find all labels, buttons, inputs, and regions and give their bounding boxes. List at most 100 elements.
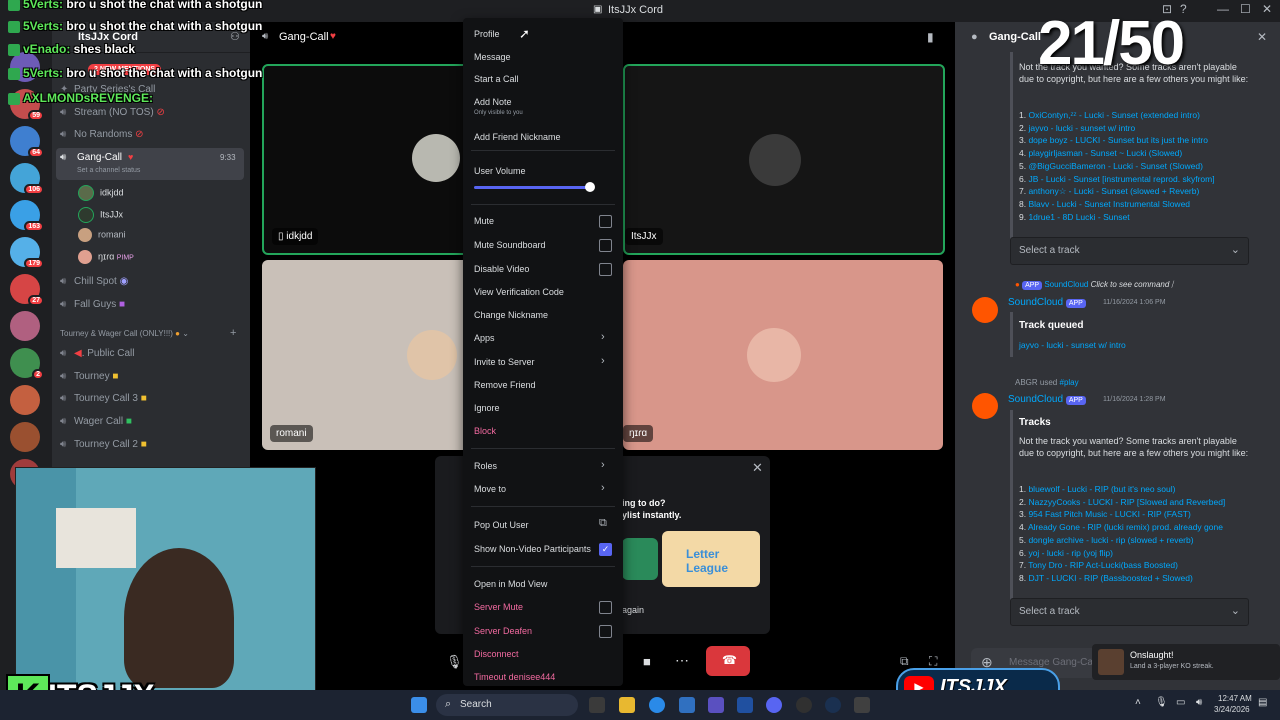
menu-timeout[interactable]: Timeout denisee444 — [474, 672, 555, 682]
track-item[interactable]: 6. yoj - lucki - rip (yoj flip) — [1019, 548, 1113, 558]
track-link[interactable]: NazzyyCooks - LUCKI - RIP [Slowed and Re… — [1028, 497, 1225, 507]
disconnect-button[interactable]: ☎ — [706, 646, 750, 676]
track-item[interactable]: 8. Blavv - Lucki - Sunset Instrumental S… — [1019, 199, 1190, 209]
menu-change-nickname[interactable]: Change Nickname — [474, 310, 548, 320]
server-icon[interactable]: 106 — [10, 163, 44, 195]
channel-publiccall[interactable]: 🔊︎ ◀. Public Call — [60, 348, 135, 359]
video-tile-idkjdd[interactable]: ▯ idkjdd — [262, 64, 479, 255]
video-tile-romani[interactable]: romani — [262, 260, 475, 450]
track-item[interactable]: 5. dongle archive - lucki - rip (slowed … — [1019, 535, 1194, 545]
channel-stream[interactable]: 🔊︎ Stream (NO TOS) ⊘ — [60, 107, 165, 118]
track-link[interactable]: 1drue1 - 8D Lucki - Sunset — [1028, 212, 1129, 222]
volume-icon[interactable]: 🔊︎ — [1196, 697, 1202, 708]
obs-icon[interactable] — [796, 697, 812, 713]
volume-track[interactable] — [474, 186, 588, 189]
close-button[interactable]: ✕ — [1262, 2, 1272, 16]
edge-icon[interactable] — [649, 697, 665, 713]
menu-profile[interactable]: Profile — [474, 29, 500, 39]
popout-icon[interactable]: ⧉ — [900, 654, 909, 669]
app-icon[interactable] — [679, 697, 695, 713]
menu-add-note[interactable]: Add Note — [474, 97, 512, 107]
channel-tourney[interactable]: 🔊︎ Tourney ■ — [60, 371, 118, 382]
track-item[interactable]: 3. dope boyz - LUCKI - Sunset but its ju… — [1019, 135, 1208, 145]
server-icon[interactable]: 27 — [10, 274, 44, 306]
bot-name[interactable]: SoundCloud APP — [1008, 394, 1086, 405]
channel-wager[interactable]: 🔊︎ Wager Call ■ — [60, 416, 132, 427]
voice-user[interactable]: idkjdd — [78, 185, 124, 201]
track-link[interactable]: bluewolf - Lucki - RIP (but it's neo sou… — [1028, 484, 1175, 494]
menu-mute-soundboard[interactable]: Mute Soundboard — [474, 240, 546, 250]
track-item[interactable]: 1. OxiContyn,ᶻᶻ - Lucki - Sunset (extend… — [1019, 110, 1200, 120]
disable-video-checkbox[interactable] — [599, 263, 612, 276]
store-icon[interactable] — [737, 697, 753, 713]
menu-block[interactable]: Block — [474, 426, 496, 436]
track-select[interactable]: Select a track ⌄ — [1010, 237, 1249, 265]
track-link[interactable]: OxiContyn,ᶻᶻ - Lucki - Sunset (extended … — [1028, 110, 1199, 120]
menu-show-non-video[interactable]: Show Non-Video Participants — [474, 544, 591, 554]
menu-pop-out-user[interactable]: Pop Out User — [474, 520, 529, 530]
track-select[interactable]: Select a track ⌄ — [1010, 598, 1249, 626]
notification-icon[interactable]: ▤ — [1258, 697, 1267, 708]
track-link[interactable]: dongle archive - lucki - rip (slowed + r… — [1028, 535, 1193, 545]
server-icon[interactable]: 179 — [10, 237, 44, 269]
track-link[interactable]: dope boyz - LUCKI - Sunset but its just … — [1028, 135, 1208, 145]
menu-remove-friend[interactable]: Remove Friend — [474, 380, 536, 390]
server-icon[interactable] — [10, 422, 40, 452]
close-icon[interactable]: ✕ — [1257, 30, 1267, 44]
menu-roles[interactable]: Roles — [474, 461, 497, 471]
voice-user[interactable]: romani — [78, 228, 126, 242]
menu-open-mod-view[interactable]: Open in Mod View — [474, 579, 547, 589]
track-link[interactable]: jayvo - lucki - sunset w/ intro — [1028, 123, 1135, 133]
track-link[interactable]: Already Gone - RIP (lucki remix) prod. a… — [1028, 522, 1223, 532]
track-link[interactable]: playgirljasman - Sunset ~ Lucki (Slowed) — [1028, 148, 1182, 158]
track-item[interactable]: 5. @BigGucciBameron - Lucki - Sunset (Sl… — [1019, 161, 1203, 171]
gift-icon[interactable]: ■ — [643, 654, 651, 669]
mute-checkbox[interactable] — [599, 215, 612, 228]
track-link[interactable]: @BigGucciBameron - Lucki - Sunset (Slowe… — [1028, 161, 1202, 171]
more-icon[interactable]: ⋯ — [675, 652, 689, 669]
network-icon[interactable]: ▭ — [1176, 697, 1185, 708]
track-link[interactable]: DJT - LUCKI - RIP (Bassboosted + Slowed) — [1028, 573, 1192, 583]
track-item[interactable]: 2. NazzyyCooks - LUCKI - RIP [Slowed and… — [1019, 497, 1225, 507]
channel-tourney2[interactable]: 🔊︎ Tourney Call 2 ■ — [60, 439, 147, 450]
steam-icon[interactable] — [825, 697, 841, 713]
voice-user[interactable]: ŋɪɾɑ PIMP — [78, 250, 134, 264]
track-item[interactable]: 9. 1drue1 - 8D Lucki - Sunset — [1019, 212, 1130, 222]
file-explorer-icon[interactable] — [619, 697, 635, 713]
channel-status[interactable]: Set a channel status — [77, 167, 140, 174]
menu-disable-video[interactable]: Disable Video — [474, 264, 529, 274]
menu-server-deafen[interactable]: Server Deafen — [474, 626, 532, 636]
minimize-button[interactable]: — — [1217, 2, 1229, 16]
track-item[interactable]: 1. bluewolf - Lucki - RIP (but it's neo … — [1019, 484, 1175, 494]
volume-slider[interactable] — [585, 182, 595, 192]
clock-date[interactable]: 3/24/2026 — [1214, 705, 1250, 714]
app-icon[interactable] — [854, 697, 870, 713]
channel-tourney3[interactable]: 🔊︎ Tourney Call 3 ■ — [60, 393, 147, 404]
queued-track[interactable]: jayvo - lucki - sunset w/ intro — [1019, 340, 1126, 350]
menu-view-verification-code[interactable]: View Verification Code — [474, 287, 564, 297]
server-icon[interactable] — [10, 385, 40, 415]
track-link[interactable]: Blavv - Lucki - Sunset Instrumental Slow… — [1028, 199, 1190, 209]
activity-card[interactable] — [622, 538, 658, 580]
menu-ignore[interactable]: Ignore — [474, 403, 500, 413]
bot-name[interactable]: SoundCloud APP — [1008, 297, 1086, 308]
microphone-icon[interactable]: 🎙︎ — [446, 654, 463, 670]
discord-icon[interactable] — [766, 697, 782, 713]
fullscreen-icon[interactable]: ⛶ — [929, 654, 937, 669]
activity-card[interactable]: Letter League — [662, 531, 760, 587]
video-tile-nira[interactable]: ŋɪɾɑ — [623, 260, 943, 450]
track-link[interactable]: yoj - lucki - rip (yoj flip) — [1028, 548, 1113, 558]
channel-norandoms[interactable]: 🔊︎ No Randoms ⊘ — [60, 129, 144, 140]
server-icon[interactable] — [10, 311, 40, 341]
chevron-up-icon[interactable]: ˄ — [1135, 697, 1141, 708]
track-link[interactable]: anthony☆ - Lucki - Sunset (slowed + Reve… — [1028, 186, 1199, 196]
server-icon[interactable]: 64 — [10, 126, 44, 158]
server-mute-checkbox[interactable] — [599, 601, 612, 614]
menu-apps[interactable]: Apps — [474, 333, 495, 343]
maximize-button[interactable]: ☐ — [1240, 2, 1251, 16]
channel-fallguys[interactable]: 🔊︎ Fall Guys ■ — [60, 299, 125, 310]
mute-soundboard-checkbox[interactable] — [599, 239, 612, 252]
bookmark-icon[interactable]: ▮ — [927, 30, 934, 44]
close-icon[interactable]: ✕ — [752, 460, 763, 476]
track-link[interactable]: JB - Lucki - Sunset [instrumental reprod… — [1028, 174, 1214, 184]
